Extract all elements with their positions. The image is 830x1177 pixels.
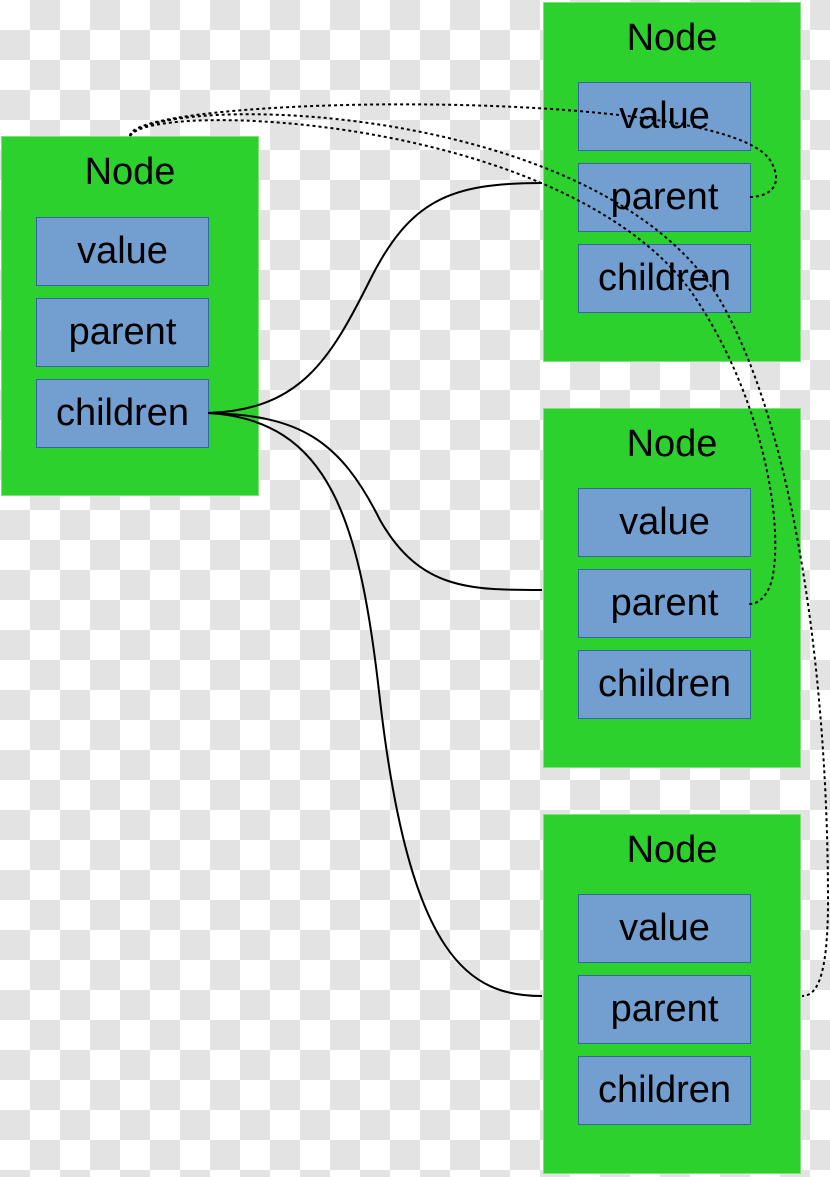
children-edge-1 [207, 182, 543, 414]
parent-edge-1 [129, 103, 777, 198]
parent-edge-2 [129, 119, 777, 605]
edges-layer [129, 103, 830, 997]
children-edge-2 [207, 412, 543, 591]
parent-edge-3 [129, 113, 830, 997]
children-edge-3 [207, 412, 543, 997]
